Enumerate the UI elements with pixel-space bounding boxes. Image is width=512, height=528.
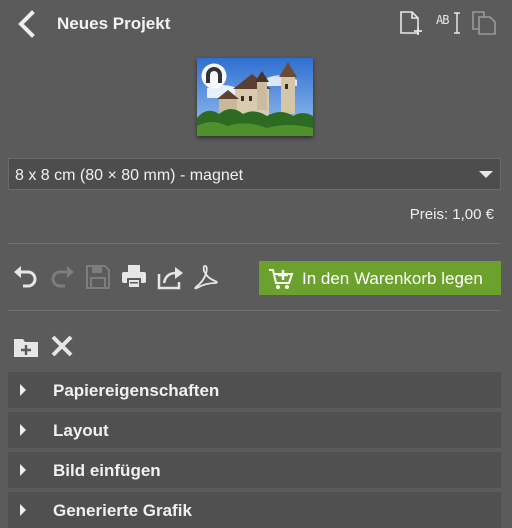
caret-right-icon [20, 464, 26, 476]
close-icon[interactable] [49, 333, 75, 359]
page-title: Neues Projekt [57, 14, 171, 33]
section-layout[interactable]: Layout [8, 412, 501, 448]
product-format-value: 8 x 8 cm (80 × 80 mm) - magnet [15, 167, 244, 184]
add-folder-icon[interactable] [13, 333, 39, 359]
section-bild-einfuegen[interactable]: Bild einfügen [8, 452, 501, 488]
project-preview[interactable] [197, 58, 313, 136]
new-page-icon[interactable] [398, 10, 424, 36]
section-generierte-grafik[interactable]: Generierte Grafik [8, 492, 501, 528]
chevron-left-icon[interactable] [14, 10, 40, 38]
product-format-select[interactable]: 8 x 8 cm (80 × 80 mm) - magnet [8, 158, 501, 190]
price-label: Preis: 1,00 € [409, 206, 494, 223]
redo-icon[interactable] [47, 262, 77, 292]
add-to-cart-button[interactable]: In den Warenkorb legen [259, 261, 501, 295]
caret-down-icon [479, 171, 493, 178]
pdf-icon[interactable] [191, 262, 221, 292]
text-frame-icon[interactable]: AB [436, 10, 462, 36]
caret-right-icon [20, 424, 26, 436]
divider [8, 310, 501, 311]
share-icon[interactable] [155, 262, 185, 292]
cart-add-icon [269, 269, 294, 289]
duplicate-page-icon[interactable] [470, 10, 498, 36]
magnet-icon [201, 63, 227, 89]
section-papiereigenschaften[interactable]: Papiereigenschaften [8, 372, 501, 408]
caret-right-icon [20, 384, 26, 396]
undo-icon[interactable] [11, 262, 41, 292]
save-icon[interactable] [83, 262, 113, 292]
add-to-cart-label: In den Warenkorb legen [302, 269, 483, 288]
section-label: Layout [53, 421, 109, 440]
divider [8, 243, 501, 244]
section-label: Papiereigenschaften [53, 381, 220, 400]
section-label: Generierte Grafik [53, 501, 192, 520]
header: Neues Projekt AB [0, 0, 512, 48]
print-icon[interactable] [119, 262, 149, 292]
caret-right-icon [20, 504, 26, 516]
text-frame-label: AB [436, 13, 449, 27]
section-label: Bild einfügen [53, 461, 161, 480]
